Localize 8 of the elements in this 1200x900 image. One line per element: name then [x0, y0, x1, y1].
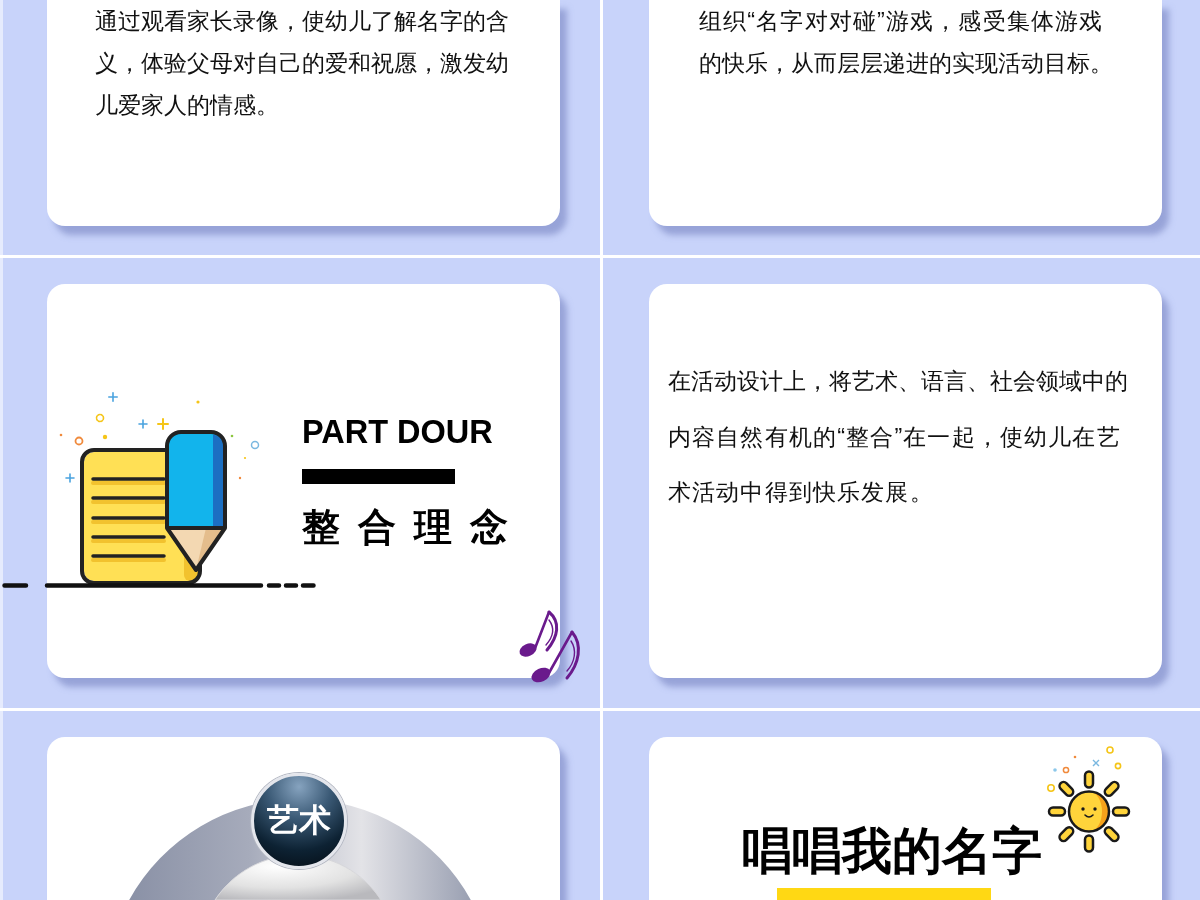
body-text: 通过观看家长录像，使幼儿了解名字的含义，体验父母对自己的爱和祝愿，激发幼儿爱家人的情感。	[95, 7, 510, 120]
body-text: 组织“名字对对碰”游戏，感受集体游戏的快乐，从而层层递进的实现活动目标。	[699, 7, 1114, 78]
slide-title: 唱唱我的名字	[742, 826, 1042, 876]
section-label: PART DOUR	[302, 416, 493, 449]
smiling-sun-icon	[1047, 746, 1131, 854]
category-badge: 艺术	[251, 773, 347, 869]
body-text: 在活动设计上，将艺术、语言、社会领域中的内容自然有机的“整合”在一起，使幼儿在艺术活动中得到快乐发展。	[668, 367, 1129, 507]
section-title: 整合理念	[302, 507, 526, 546]
